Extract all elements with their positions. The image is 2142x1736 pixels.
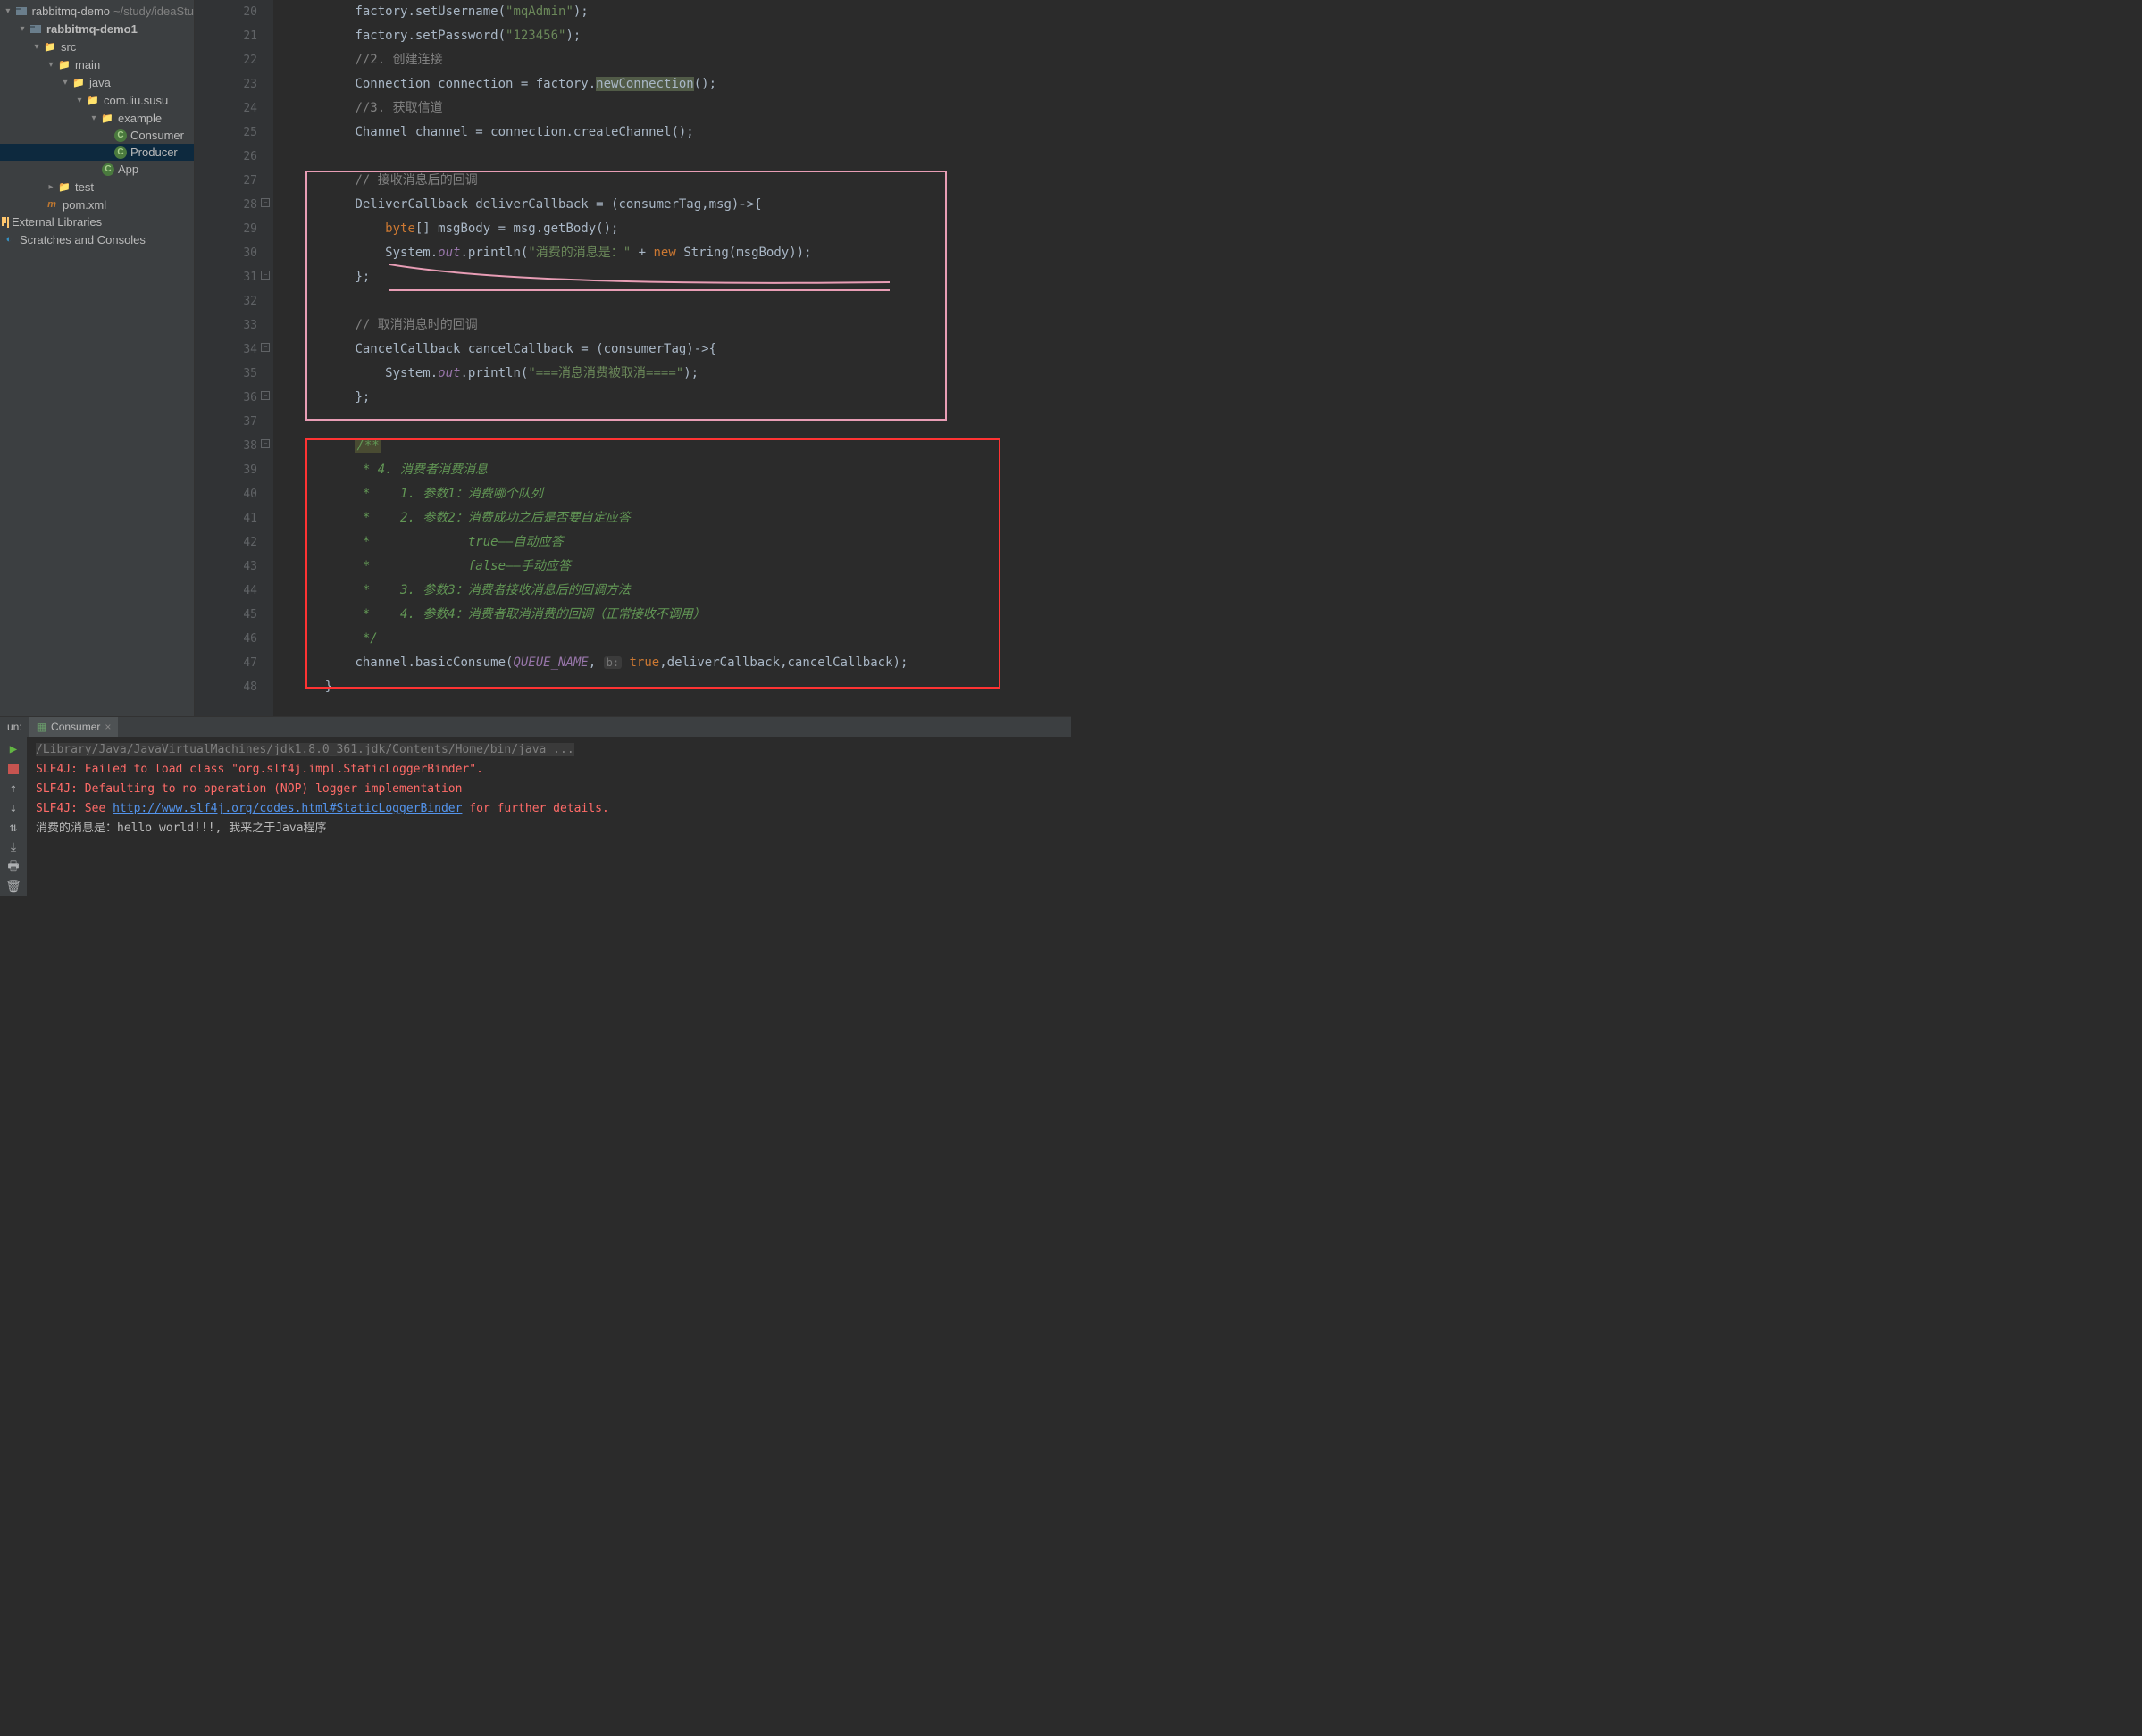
folder-icon: 📁: [43, 39, 57, 54]
fold-icon[interactable]: −: [261, 391, 270, 400]
close-icon[interactable]: ×: [105, 721, 111, 733]
folder-icon: 📁: [57, 179, 71, 194]
arrow-up-icon[interactable]: ↑: [4, 780, 22, 797]
library-icon: [2, 217, 9, 228]
tree-consumer[interactable]: C Consumer: [0, 127, 194, 144]
code-editor[interactable]: 20 21 22 23 24 25 26 27 28− 29 30 31− 32…: [195, 0, 1071, 716]
tree-test[interactable]: ▸ 📁 test: [0, 178, 194, 196]
console-out-line: 消费的消息是：hello world!!!, 我来之于Java程序: [36, 819, 1062, 839]
console-err-line: SLF4J: Defaulting to no-operation (NOP) …: [36, 780, 1062, 799]
chevron-down-icon: ▾: [30, 42, 43, 52]
package-icon: 📁: [100, 111, 114, 125]
console-err-line: SLF4J: See: [36, 802, 113, 815]
example-label: example: [118, 112, 162, 125]
producer-label: Producer: [130, 146, 178, 159]
tree-package[interactable]: ▾ 📁 com.liu.susu: [0, 91, 194, 109]
trash-icon[interactable]: 🗑: [4, 878, 22, 896]
test-label: test: [75, 180, 94, 194]
run-tab-consumer[interactable]: ▦ Consumer ×: [29, 717, 119, 737]
fold-icon[interactable]: −: [261, 271, 270, 280]
chevron-down-icon: ▾: [45, 60, 57, 70]
tree-external-libs[interactable]: External Libraries: [0, 213, 194, 230]
chevron-down-icon: ▾: [2, 6, 14, 16]
consumer-label: Consumer: [130, 129, 184, 142]
tree-app[interactable]: C App: [0, 161, 194, 178]
tree-producer[interactable]: C Producer: [0, 144, 194, 161]
run-tab-label: Consumer: [51, 721, 100, 733]
fold-icon[interactable]: −: [261, 198, 270, 207]
class-icon: C: [114, 146, 127, 159]
console-err-line: SLF4J: Failed to load class "org.slf4j.i…: [36, 760, 1062, 780]
scratches-label: Scratches and Consoles: [20, 233, 146, 246]
tree-main[interactable]: ▾ 📁 main: [0, 55, 194, 73]
package-icon: 📁: [86, 93, 100, 107]
class-icon: C: [102, 163, 114, 176]
fold-icon[interactable]: −: [261, 439, 270, 448]
tree-java[interactable]: ▾ 📁 java: [0, 73, 194, 91]
arrow-down-icon[interactable]: ↓: [4, 799, 22, 817]
src-folder-icon: 📁: [71, 75, 86, 89]
scroll-to-end-icon[interactable]: ⤓: [4, 839, 22, 856]
maven-icon: m: [45, 197, 59, 212]
extlib-label: External Libraries: [12, 215, 102, 229]
project-root-label: rabbitmq-demo: [32, 4, 110, 18]
run-config-icon: ▦: [37, 721, 46, 733]
console-output[interactable]: /Library/Java/JavaVirtualMachines/jdk1.8…: [27, 737, 1071, 896]
code-content[interactable]: factory.setUsername("mqAdmin"); factory.…: [273, 0, 1071, 716]
tree-example[interactable]: ▾ 📁 example: [0, 109, 194, 127]
module-icon: [14, 4, 29, 18]
class-icon: C: [114, 129, 127, 142]
src-label: src: [61, 40, 76, 54]
chevron-right-icon: ▸: [45, 182, 57, 192]
package-label: com.liu.susu: [104, 94, 168, 107]
java-label: java: [89, 76, 111, 89]
project-root[interactable]: ▾ rabbitmq-demo ~/study/ideaStu: [0, 2, 194, 20]
print-icon[interactable]: 🖶: [4, 858, 22, 876]
app-label: App: [118, 163, 138, 176]
tree-module[interactable]: ▾ rabbitmq-demo1: [0, 20, 194, 38]
pom-label: pom.xml: [63, 198, 106, 212]
console-link[interactable]: http://www.slf4j.org/codes.html#StaticLo…: [113, 802, 462, 815]
soft-wrap-icon[interactable]: ⇅: [4, 819, 22, 837]
scratches-icon: ◐: [2, 232, 16, 246]
folder-icon: 📁: [57, 57, 71, 71]
module-label: rabbitmq-demo1: [46, 22, 138, 36]
tree-scratches[interactable]: ◐ Scratches and Consoles: [0, 230, 194, 248]
chevron-down-icon: ▾: [88, 113, 100, 123]
run-label: un:: [0, 721, 29, 733]
main-label: main: [75, 58, 100, 71]
gutter: 20 21 22 23 24 25 26 27 28− 29 30 31− 32…: [195, 0, 273, 716]
module-icon: [29, 21, 43, 36]
project-tree-panel: ▾ rabbitmq-demo ~/study/ideaStu ▾ rabbit…: [0, 0, 195, 716]
rerun-icon[interactable]: ▶: [4, 740, 22, 758]
project-root-path: ~/study/ideaStu: [113, 4, 194, 18]
stop-icon[interactable]: [4, 760, 22, 778]
chevron-down-icon: ▾: [16, 24, 29, 34]
run-toolbar: ▶ ↑ ↓ ⇅ ⤓ 🖶 🗑: [0, 737, 27, 896]
fold-icon[interactable]: −: [261, 343, 270, 352]
tree-src[interactable]: ▾ 📁 src: [0, 38, 194, 55]
console-cmd: /Library/Java/JavaVirtualMachines/jdk1.8…: [36, 743, 574, 756]
tree-pom[interactable]: m pom.xml: [0, 196, 194, 213]
chevron-down-icon: ▾: [59, 78, 71, 88]
run-tool-window: un: ▦ Consumer × ▶ ↑ ↓ ⇅ ⤓ 🖶 🗑 /Library/…: [0, 716, 1071, 868]
chevron-down-icon: ▾: [73, 96, 86, 105]
